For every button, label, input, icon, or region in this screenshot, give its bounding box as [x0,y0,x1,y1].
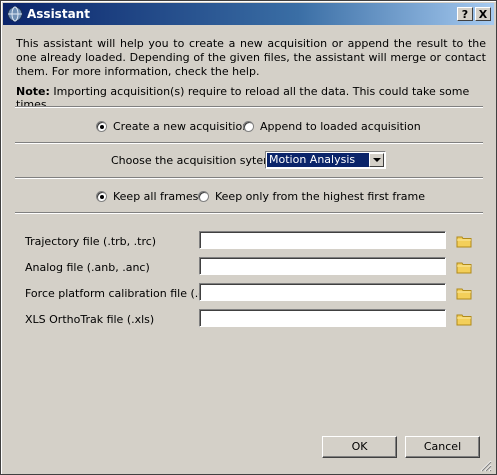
force-platform-file-input[interactable] [199,283,446,301]
close-button[interactable]: X [475,7,491,21]
append-acquisition-radio[interactable]: Append to loaded acquisition [243,120,421,133]
globe-icon [7,6,23,22]
folder-icon[interactable] [456,260,472,274]
ok-button[interactable]: OK [322,436,397,458]
assistant-dialog: Assistant ? X This assistant will help y… [0,0,497,475]
folder-icon[interactable] [456,312,472,326]
keep-all-frames-radio[interactable]: Keep all frames [96,190,198,203]
radio-indicator [198,191,209,202]
trajectory-file-label: Trajectory file (.trb, .trc) [25,235,157,248]
folder-icon[interactable] [456,234,472,248]
system-label: Choose the acquisition sytem: [111,154,278,167]
create-acquisition-label: Create a new acquisition [113,120,250,133]
radio-indicator [243,121,254,132]
trajectory-file-input[interactable] [199,231,446,249]
create-acquisition-radio[interactable]: Create a new acquisition [96,120,249,133]
append-acquisition-label: Append to loaded acquisition [260,120,421,133]
chevron-down-icon[interactable] [369,153,384,167]
keep-highest-frame-radio[interactable]: Keep only from the highest first frame [198,190,425,203]
xls-orthotrak-file-input[interactable] [199,309,446,327]
title-bar[interactable]: Assistant ? X [3,3,494,25]
radio-indicator [96,121,107,132]
separator [15,142,483,144]
radio-indicator [96,191,107,202]
analog-file-label: Analog file (.anb, .anc) [25,261,150,274]
keep-highest-frame-label: Keep only from the highest first frame [215,190,425,203]
resize-grip-icon[interactable] [479,459,492,472]
xls-orthotrak-file-label: XLS OrthoTrak file (.xls) [25,313,155,326]
separator [15,106,483,108]
window-title: Assistant [27,7,90,21]
folder-icon[interactable] [456,286,472,300]
separator [15,177,483,179]
system-select[interactable]: Motion Analysis [265,151,386,169]
force-platform-file-label: Force platform calibration file (.cal) [25,287,219,300]
analog-file-input[interactable] [199,257,446,275]
note-label: Note: [16,85,50,98]
separator [15,212,483,214]
keep-all-frames-label: Keep all frames [113,190,199,203]
cancel-button[interactable]: Cancel [405,436,480,458]
help-button[interactable]: ? [457,7,473,21]
intro-text: This assistant will help you to create a… [16,37,486,78]
system-selected-value: Motion Analysis [267,153,369,167]
